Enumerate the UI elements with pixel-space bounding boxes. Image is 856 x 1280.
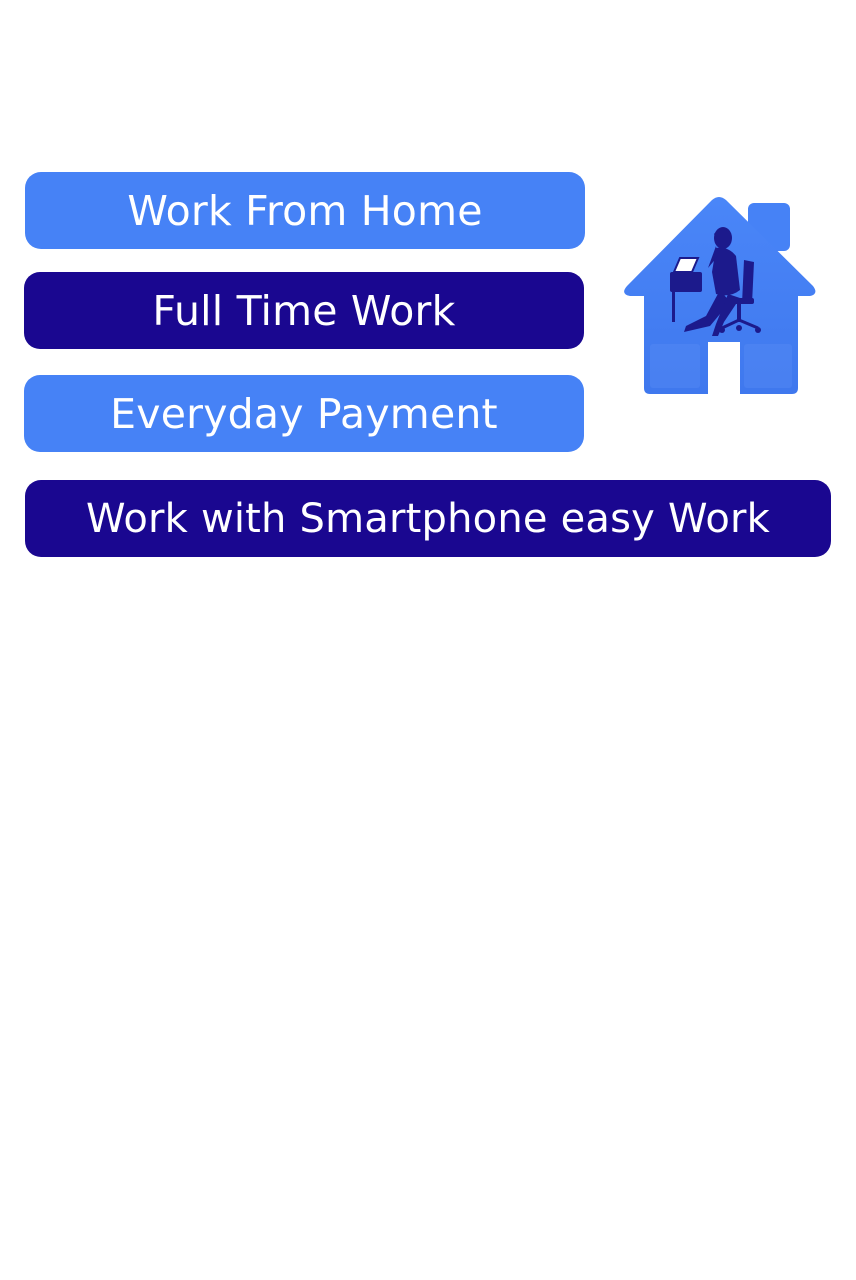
feature-label: Work with Smartphone easy Work <box>85 495 771 542</box>
feature-banner-smartphone-work: Work with Smartphone easy Work <box>25 480 831 557</box>
feature-label: Full Time Work <box>152 286 456 335</box>
feature-banner-everyday-payment: Everyday Payment <box>24 375 584 452</box>
feature-banner-full-time-work: Full Time Work <box>24 272 584 349</box>
house-with-person-at-laptop-icon <box>624 197 816 394</box>
feature-label: Everyday Payment <box>110 389 498 438</box>
feature-banner-work-from-home: Work From Home <box>25 172 585 249</box>
feature-label: Work From Home <box>127 186 483 235</box>
